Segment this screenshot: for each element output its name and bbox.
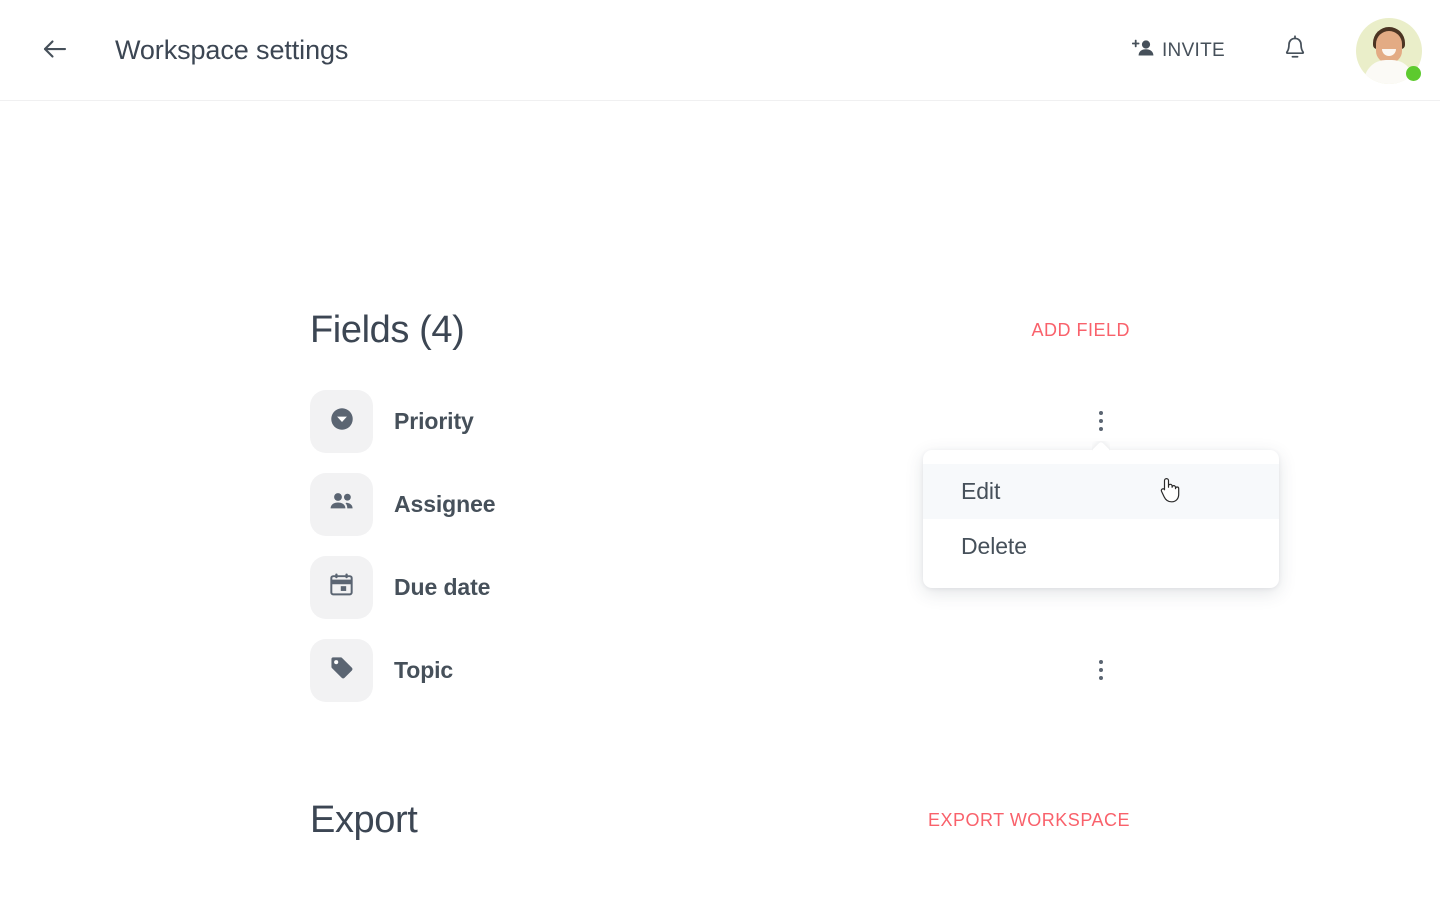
field-label: Due date [394,573,491,600]
export-section: Export EXPORT WORKSPACE [310,801,1132,839]
field-main: Due date [310,555,491,619]
person-add-icon [1131,36,1157,66]
field-options-button[interactable] [1084,399,1118,443]
invite-label: INVITE [1161,39,1225,61]
invite-button[interactable]: INVITE [1121,28,1235,74]
export-section-title: Export [310,799,418,841]
header-left-group: Workspace settings [0,26,348,74]
field-main: Assignee [310,472,496,536]
field-label: Priority [394,407,474,434]
page-title: Workspace settings [115,34,349,65]
field-main: Priority [310,389,474,453]
back-button[interactable] [31,26,79,74]
notifications-button[interactable] [1271,27,1319,75]
avatar[interactable] [1356,17,1422,84]
bell-icon [1282,35,1308,66]
field-icon-box [310,389,373,453]
field-icon-box [310,472,373,536]
dropdown-circle-icon [328,405,356,438]
header-right-group: INVITE [1121,0,1440,101]
arrow-left-icon [40,34,70,67]
menu-item-edit[interactable]: Edit [923,464,1279,519]
fields-section-title: Fields (4) [310,309,465,351]
export-workspace-button[interactable]: EXPORT WORKSPACE [926,804,1132,837]
field-icon-box [310,555,373,619]
field-context-menu: Edit Delete [923,450,1279,588]
field-options-button[interactable] [1084,648,1118,692]
kebab-dot [1099,419,1103,423]
field-row-priority[interactable]: Priority [310,389,1132,453]
kebab-dot [1099,668,1103,672]
field-main: Topic [310,638,454,702]
field-label: Topic [394,656,454,683]
group-people-icon [327,489,357,520]
menu-caret [1092,441,1110,451]
kebab-dot [1099,427,1103,431]
status-badge-online [1406,65,1421,81]
fields-section-header: Fields (4) ADD FIELD [310,311,1132,349]
avatar-face [1376,30,1402,63]
field-icon-box [310,638,373,702]
app-header: Workspace settings INVITE [0,0,1440,101]
kebab-dot [1099,676,1103,680]
kebab-dot [1099,660,1103,664]
tag-icon [328,654,356,687]
calendar-icon [328,571,355,603]
field-row-topic[interactable]: Topic [310,638,1132,702]
menu-item-delete[interactable]: Delete [923,519,1279,574]
field-label: Assignee [394,490,496,517]
add-field-button[interactable]: ADD FIELD [1029,314,1132,347]
kebab-dot [1099,411,1103,415]
